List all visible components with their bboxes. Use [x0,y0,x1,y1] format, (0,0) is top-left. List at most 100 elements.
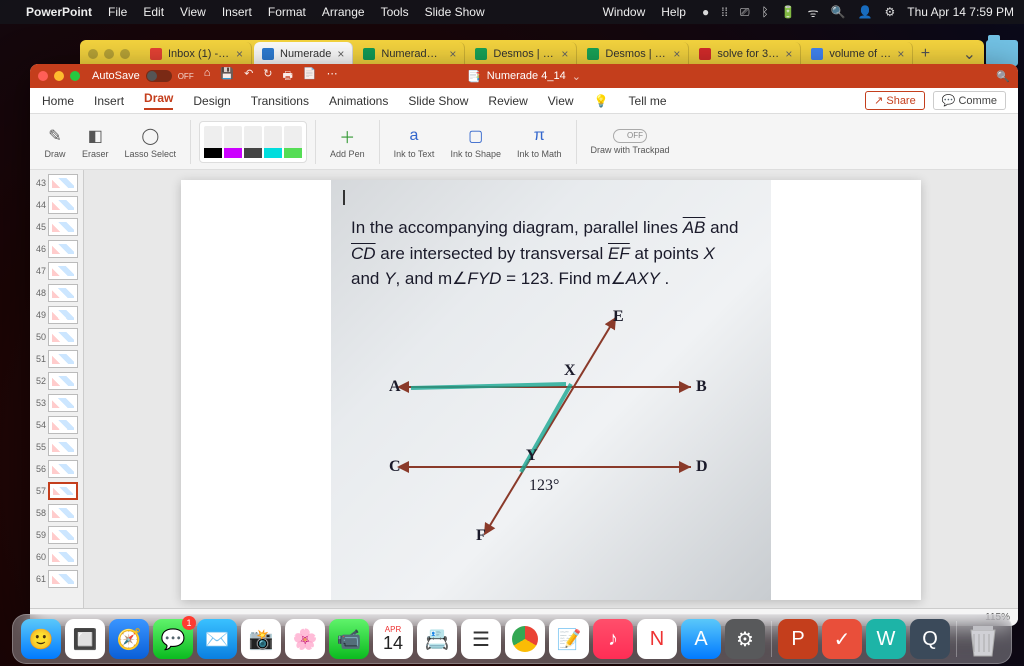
menu-window[interactable]: Window [603,5,646,19]
todoist-icon[interactable]: ✓ [822,619,862,659]
browser-traffic-lights[interactable] [88,49,130,59]
tab-design[interactable]: Design [193,94,230,108]
tally-icon[interactable]: ⁞⁞ [721,5,728,19]
tab-view[interactable]: View [548,94,574,108]
desktop-folder-icon[interactable] [986,40,1018,66]
undo-icon[interactable]: ↶ [244,67,253,86]
share-button[interactable]: ↗ Share [865,91,925,110]
save-icon[interactable]: 💾 [220,67,234,86]
app-name[interactable]: PowerPoint [26,5,92,19]
finder-icon[interactable]: 🙂 [21,619,61,659]
slide-thumb[interactable]: 44 [32,196,81,214]
trash-icon[interactable] [963,619,1003,659]
tab-transitions[interactable]: Transitions [251,94,309,108]
safari-icon[interactable]: 🧭 [109,619,149,659]
launchpad-icon[interactable]: 🔲 [65,619,105,659]
browser-tab[interactable]: Inbox (1) - the…× [142,42,252,66]
menu-insert[interactable]: Insert [222,5,252,19]
slide-thumb[interactable]: 56 [32,460,81,478]
tabs-overflow-icon[interactable]: ⌄ [963,44,976,64]
slide-thumb[interactable]: 46 [32,240,81,258]
tab-insert[interactable]: Insert [94,94,124,108]
slide-thumb[interactable]: 43 [32,174,81,192]
slide-thumb[interactable]: 47 [32,262,81,280]
photobooth-icon[interactable]: 📸 [241,619,281,659]
control-center-icon[interactable]: ⚙ [885,5,896,19]
pen-cyan[interactable] [264,126,282,158]
slide-thumb[interactable]: 49 [32,306,81,324]
slide-thumb[interactable]: 60 [32,548,81,566]
slide-thumb[interactable]: 51 [32,350,81,368]
copy-icon[interactable]: 📄 [303,67,317,86]
bluetooth-icon[interactable]: ᛒ [761,5,768,19]
tab-review[interactable]: Review [488,94,527,108]
messages-icon[interactable]: 💬1 [153,619,193,659]
close-icon[interactable]: × [785,47,792,61]
record-icon[interactable]: ● [702,5,709,19]
menu-file[interactable]: File [108,5,127,19]
close-icon[interactable]: × [673,47,680,61]
slide-thumb[interactable]: 50 [32,328,81,346]
close-icon[interactable]: × [449,47,456,61]
facetime-icon[interactable]: 📹 [329,619,369,659]
tab-draw[interactable]: Draw [144,91,173,110]
draw-tool[interactable]: ✎Draw [38,125,72,159]
ink-to-math[interactable]: πInk to Math [511,125,568,159]
slide-thumb[interactable]: 45 [32,218,81,236]
toggle-icon[interactable] [146,70,172,82]
pen-gallery[interactable] [199,121,307,163]
slide-thumb[interactable]: 58 [32,504,81,522]
draw-with-trackpad[interactable]: OFF Draw with Trackpad [585,129,676,155]
menu-tools[interactable]: Tools [381,5,409,19]
close-icon[interactable]: × [236,47,243,61]
ink-to-shape[interactable]: ▢Ink to Shape [444,125,507,159]
pen-green[interactable] [284,126,302,158]
menu-format[interactable]: Format [268,5,306,19]
calendar-icon[interactable]: APR14 [373,619,413,659]
close-icon[interactable]: × [337,47,344,61]
print-icon[interactable]: 🖶 [283,67,293,86]
new-tab-button[interactable]: + [915,45,935,63]
tab-slideshow[interactable]: Slide Show [408,94,468,108]
notes-icon[interactable]: 📝 [549,619,589,659]
comments-button[interactable]: 💬 Comme [933,91,1006,110]
battery-icon[interactable]: 🔋 [781,5,796,19]
ink-to-text[interactable]: aInk to Text [388,125,441,159]
menu-help[interactable]: Help [661,5,686,19]
add-pen[interactable]: ＋Add Pen [324,125,371,159]
whatsapp-icon[interactable]: W [866,619,906,659]
close-icon[interactable]: × [897,47,904,61]
tell-me[interactable]: Tell me [629,94,667,108]
window-controls[interactable] [38,71,80,81]
slide-thumb[interactable]: 59 [32,526,81,544]
eraser-tool[interactable]: ◧Eraser [76,125,115,159]
browser-tab[interactable]: Desmos | Scie…× [467,42,577,66]
menu-slideshow[interactable]: Slide Show [425,5,485,19]
trackpad-toggle-icon[interactable]: OFF [613,129,647,143]
news-icon[interactable]: N [637,619,677,659]
reminders-icon[interactable]: ☰ [461,619,501,659]
browser-tab[interactable]: Numerade× [254,42,353,66]
menubar-datetime[interactable]: Thu Apr 14 7:59 PM [907,5,1014,19]
settings-icon[interactable]: ⚙ [725,619,765,659]
slide-thumbnails[interactable]: 43444546474849505152535455565758596061 [30,170,84,608]
autosave-toggle[interactable]: AutoSave OFF [92,70,194,82]
browser-tab[interactable]: Desmos | Grap…× [579,42,689,66]
powerpoint-icon[interactable]: P [778,619,818,659]
pen-gray[interactable] [244,126,262,158]
redo-icon[interactable]: ↻ [263,67,272,86]
tab-home[interactable]: Home [42,94,74,108]
browser-tab[interactable]: Numerade pay…× [355,42,465,66]
pen-black[interactable] [204,126,222,158]
pen-magenta[interactable] [224,126,242,158]
lasso-tool[interactable]: ◯Lasso Select [119,125,183,159]
slide-canvas[interactable]: In the accompanying diagram, parallel li… [84,170,1018,608]
home-icon[interactable]: ⌂ [204,67,211,86]
more-icon[interactable]: ⋯ [327,67,338,86]
slide-thumb[interactable]: 57 [32,482,81,500]
menu-view[interactable]: View [180,5,206,19]
menu-arrange[interactable]: Arrange [322,5,365,19]
slide-thumb[interactable]: 53 [32,394,81,412]
slide-thumb[interactable]: 55 [32,438,81,456]
menu-edit[interactable]: Edit [143,5,164,19]
